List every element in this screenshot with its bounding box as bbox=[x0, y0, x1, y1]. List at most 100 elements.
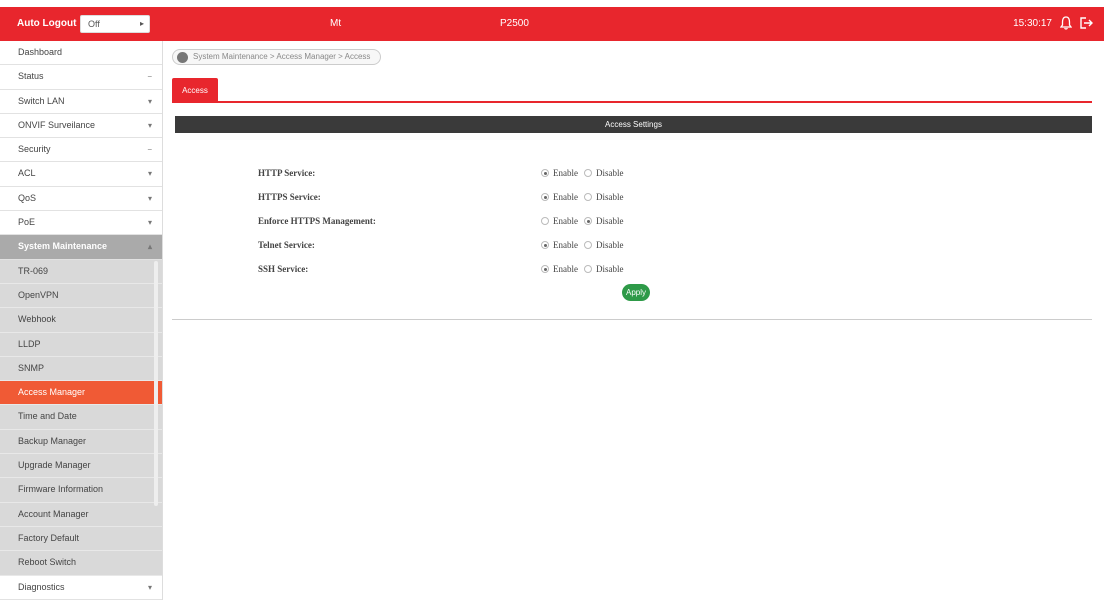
sidebar-subitem-openvpn[interactable]: OpenVPN bbox=[0, 283, 162, 309]
sidebar-item-label: PoE bbox=[18, 217, 36, 228]
radio-group: Enable Disable bbox=[541, 216, 630, 226]
sidebar-subitem-lldp[interactable]: LLDP bbox=[0, 332, 162, 357]
sidebar-item-onvif-surveilance[interactable]: ONVIF Surveilance ▾ bbox=[0, 114, 162, 139]
sidebar-item-system-maintenance[interactable]: System Maintenance ▴ bbox=[0, 235, 162, 260]
enable-label: Enable bbox=[553, 264, 578, 274]
sidebar-item-label: ACL bbox=[18, 168, 36, 179]
sidebar-subitem-snmp[interactable]: SNMP bbox=[0, 356, 162, 382]
radio-group: Enable Disable bbox=[541, 168, 630, 178]
sidebar-item-qos[interactable]: QoS ▾ bbox=[0, 187, 162, 212]
chevron-icon: − bbox=[147, 145, 152, 155]
disable-radio[interactable] bbox=[584, 217, 592, 225]
device-name: P2500 bbox=[500, 18, 529, 29]
sidebar-item-switch-lan[interactable]: Switch LAN ▾ bbox=[0, 90, 162, 114]
disable-radio[interactable] bbox=[584, 169, 592, 177]
sidebar-subitem-upgrade-manager[interactable]: Upgrade Manager bbox=[0, 454, 162, 479]
sidebar-item-label: ONVIF Surveilance bbox=[18, 119, 96, 130]
disable-radio[interactable] bbox=[584, 193, 592, 201]
chevron-icon: ▴ bbox=[147, 242, 152, 252]
setting-label: Enforce HTTPS Management: bbox=[258, 216, 376, 226]
sidebar-scrollbar[interactable] bbox=[154, 261, 158, 506]
sidebar-item-dashboard[interactable]: Dashboard bbox=[0, 41, 162, 66]
section-title: Access Settings bbox=[175, 116, 1092, 133]
sidebar-item-security[interactable]: Security − bbox=[0, 138, 162, 163]
chevron-icon: ▾ bbox=[147, 218, 152, 228]
disable-label: Disable bbox=[596, 168, 624, 178]
sidebar-subitem-reboot-switch[interactable]: Reboot Switch bbox=[0, 551, 162, 576]
sidebar-item-label: QoS bbox=[18, 192, 37, 203]
sidebar-item-label: Diagnostics bbox=[18, 581, 65, 592]
enable-label: Enable bbox=[553, 240, 578, 250]
chevron-icon: ▾ bbox=[147, 582, 152, 592]
sidebar-item-diagnostics[interactable]: Diagnostics ▾ bbox=[0, 576, 162, 600]
sidebar-subitem-backup-manager[interactable]: Backup Manager bbox=[0, 429, 162, 455]
setting-label: Telnet Service: bbox=[258, 240, 315, 250]
disable-radio[interactable] bbox=[584, 241, 592, 249]
sidebar-item-label: SNMP bbox=[18, 362, 45, 373]
auto-logout-select[interactable]: Off ▸ bbox=[80, 15, 150, 33]
sidebar-subitem-firmware-information[interactable]: Firmware Information bbox=[0, 478, 162, 503]
enable-radio[interactable] bbox=[541, 265, 549, 273]
sidebar-subitem-factory-default[interactable]: Factory Default bbox=[0, 526, 162, 552]
sidebar-item-label: Webhook bbox=[18, 314, 56, 325]
sidebar-item-status[interactable]: Status − bbox=[0, 65, 162, 90]
sidebar-subitem-account-manager[interactable]: Account Manager bbox=[0, 502, 162, 527]
sidebar-subitem-tr-069[interactable]: TR-069 bbox=[0, 259, 162, 284]
tab-access[interactable]: Access bbox=[172, 78, 218, 103]
disable-radio[interactable] bbox=[584, 265, 592, 273]
divider bbox=[172, 319, 1092, 320]
home-icon[interactable] bbox=[177, 52, 188, 63]
sidebar-item-poe[interactable]: PoE ▾ bbox=[0, 211, 162, 236]
auto-logout-label: Auto Logout : bbox=[17, 18, 83, 29]
breadcrumb: System Maintenance > Access Manager > Ac… bbox=[172, 49, 382, 65]
sidebar-item-label: LLDP bbox=[18, 338, 41, 349]
disable-label: Disable bbox=[596, 264, 624, 274]
tab-underline bbox=[172, 101, 1092, 103]
disable-label: Disable bbox=[596, 192, 624, 202]
sidebar-item-label: Firmware Information bbox=[18, 484, 104, 495]
sidebar-subitem-access-manager[interactable]: Access Manager bbox=[0, 381, 162, 406]
apply-button[interactable]: Apply bbox=[622, 284, 650, 301]
sidebar-item-label: Access Manager bbox=[18, 387, 86, 398]
enable-label: Enable bbox=[553, 192, 578, 202]
top-bar: Auto Logout : Off ▸ Mt P2500 15:30:17 bbox=[0, 0, 1104, 41]
auto-logout-value: Off bbox=[88, 19, 100, 29]
enable-radio[interactable] bbox=[541, 217, 549, 225]
sidebar-item-label: OpenVPN bbox=[18, 289, 59, 300]
setting-label: HTTPS Service: bbox=[258, 192, 321, 202]
clock: 15:30:17 bbox=[1013, 18, 1052, 29]
sidebar-item-label: Factory Default bbox=[18, 532, 80, 543]
breadcrumb-text: System Maintenance > Access Manager > Ac… bbox=[193, 52, 371, 61]
logout-icon[interactable] bbox=[1079, 16, 1094, 30]
chevron-icon: ▾ bbox=[147, 169, 152, 179]
disable-label: Disable bbox=[596, 216, 624, 226]
enable-radio[interactable] bbox=[541, 193, 549, 201]
enable-radio[interactable] bbox=[541, 169, 549, 177]
sidebar-item-label: Backup Manager bbox=[18, 435, 87, 446]
disable-label: Disable bbox=[596, 240, 624, 250]
enable-radio[interactable] bbox=[541, 241, 549, 249]
sidebar-item-acl[interactable]: ACL ▾ bbox=[0, 162, 162, 187]
chevron-icon: ▾ bbox=[147, 120, 152, 130]
sidebar-subitem-time-and-date[interactable]: Time and Date bbox=[0, 405, 162, 430]
chevron-icon: − bbox=[147, 72, 152, 82]
radio-group: Enable Disable bbox=[541, 192, 630, 202]
sidebar-item-label: Switch LAN bbox=[18, 95, 65, 106]
sidebar-item-label: Dashboard bbox=[18, 47, 63, 57]
chevron-icon: ▾ bbox=[147, 96, 152, 106]
sidebar-subitem-webhook[interactable]: Webhook bbox=[0, 308, 162, 333]
sidebar-item-label: Account Manager bbox=[18, 508, 89, 519]
sidebar-item-label: System Maintenance bbox=[18, 241, 108, 252]
model-label: Mt bbox=[330, 18, 342, 29]
sidebar-item-label: TR-069 bbox=[18, 265, 49, 276]
chevron-icon: ▾ bbox=[147, 193, 152, 203]
enable-label: Enable bbox=[553, 216, 578, 226]
bell-icon[interactable] bbox=[1060, 16, 1072, 30]
setting-label: HTTP Service: bbox=[258, 168, 316, 178]
setting-label: SSH Service: bbox=[258, 264, 309, 274]
radio-group: Enable Disable bbox=[541, 264, 630, 274]
sidebar-item-label: Reboot Switch bbox=[18, 557, 77, 568]
enable-label: Enable bbox=[553, 168, 578, 178]
sidebar-item-label: Time and Date bbox=[18, 411, 77, 422]
sidebar-item-label: Status bbox=[18, 71, 44, 82]
